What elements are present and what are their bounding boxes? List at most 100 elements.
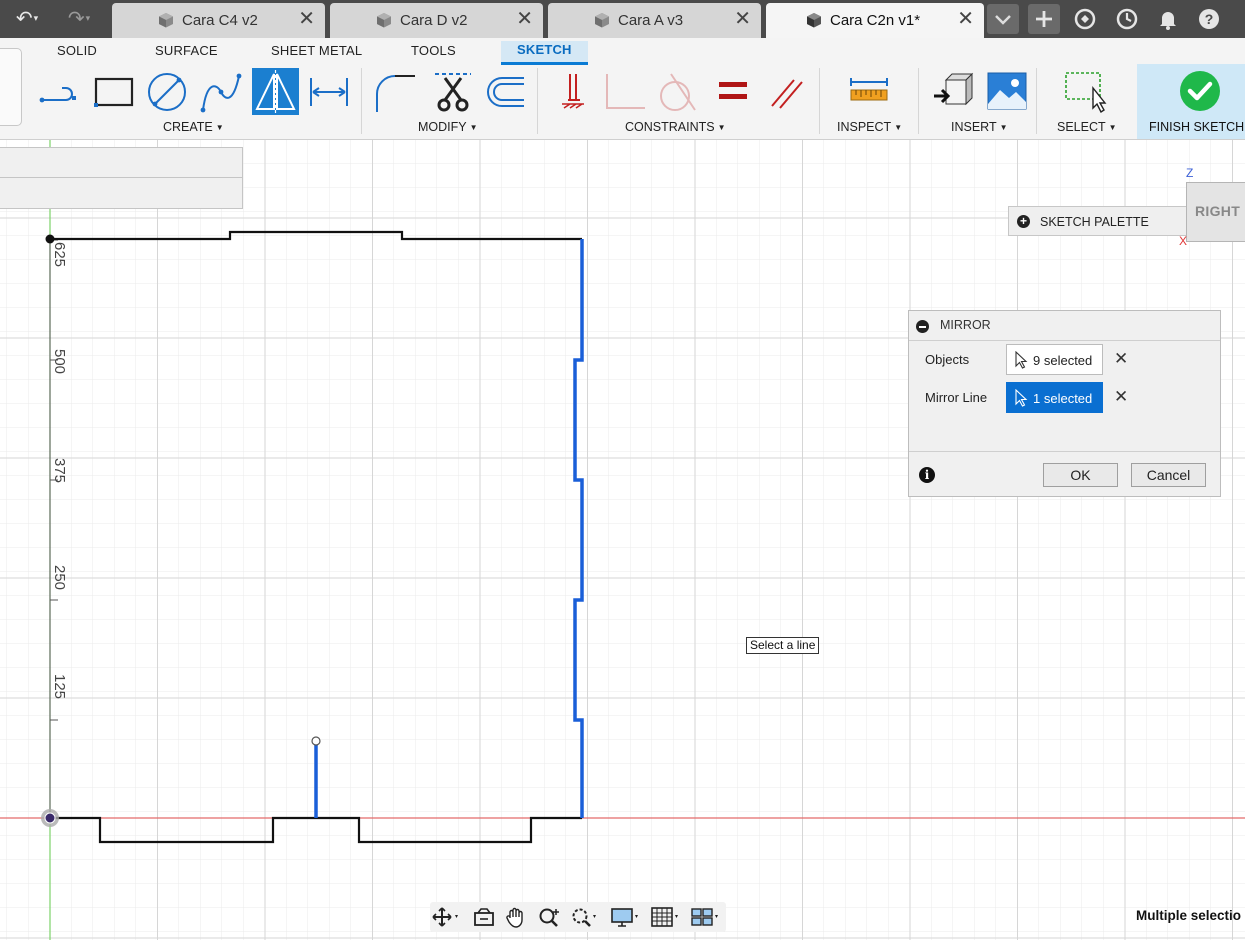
mirror-tool-icon[interactable] xyxy=(252,68,299,115)
create-menu-label: CREATE xyxy=(163,120,213,134)
document-cube-icon xyxy=(807,13,821,28)
equal-constraint-icon[interactable] xyxy=(711,70,755,114)
extensions-icon[interactable] xyxy=(1071,5,1099,33)
zoom-icon[interactable] xyxy=(535,906,565,928)
inspect-menu-label: INSPECT xyxy=(837,120,892,134)
collapse-minus-icon[interactable] xyxy=(916,320,929,333)
undo-button[interactable]: ↶▾ xyxy=(10,4,44,34)
close-icon[interactable]: ✕ xyxy=(516,8,533,30)
orbit-icon[interactable] xyxy=(430,906,460,928)
insert-menu-label: INSERT xyxy=(951,120,997,134)
new-tab-button[interactable] xyxy=(1028,4,1060,34)
view-cube-face-label: RIGHT xyxy=(1195,203,1241,219)
view-cube[interactable]: Z RIGHT X xyxy=(1179,166,1245,248)
notifications-bell-icon[interactable] xyxy=(1154,5,1182,33)
document-cube-icon xyxy=(595,13,609,28)
sketch-canvas[interactable]: 625 500 375 250 125 + SKETCH PALETTE Z R… xyxy=(0,140,1245,940)
divider xyxy=(819,68,820,134)
mirror-dialog: MIRROR Objects 9 selected ✕ Mirror Line … xyxy=(908,310,1221,497)
circle-tool-icon[interactable] xyxy=(145,70,189,114)
redo-button[interactable]: ↷▾ xyxy=(62,4,96,34)
spline-tool-icon[interactable] xyxy=(199,70,243,114)
insert-canvas-image-icon[interactable] xyxy=(985,70,1029,114)
measure-ruler-icon[interactable] xyxy=(847,70,891,114)
browser-panel[interactable] xyxy=(0,147,243,209)
clear-mirror-line-icon[interactable]: ✕ xyxy=(1114,387,1128,407)
document-tab-2[interactable]: Cara D v2 ✕ xyxy=(330,3,543,38)
title-bar: ↶▾ ↷▾ Cara C4 v2 ✕ Cara D v2 ✕ Cara A v3… xyxy=(0,0,1245,38)
modify-menu[interactable]: MODIFY ▼ xyxy=(418,120,478,134)
look-at-icon[interactable] xyxy=(470,906,500,928)
insert-menu[interactable]: INSERT ▼ xyxy=(951,120,1008,134)
tangent-constraint-icon[interactable] xyxy=(655,70,699,114)
select-menu[interactable]: SELECT ▼ xyxy=(1057,120,1117,134)
caret-down-icon: ▼ xyxy=(894,123,903,132)
rectangle-tool-icon[interactable] xyxy=(92,70,136,114)
line-tool-icon[interactable] xyxy=(38,70,82,114)
parallel-constraint-icon[interactable] xyxy=(764,70,808,114)
data-panel-toggle[interactable] xyxy=(0,48,22,126)
constraints-menu-label: CONSTRAINTS xyxy=(625,120,715,134)
sketch-palette-header[interactable]: + SKETCH PALETTE xyxy=(1008,206,1198,236)
sketch-point xyxy=(311,736,321,746)
constraints-menu[interactable]: CONSTRAINTS ▼ xyxy=(625,120,726,134)
tab-surface[interactable]: SURFACE xyxy=(155,43,218,58)
help-icon[interactable]: ? xyxy=(1195,5,1223,33)
mirror-dialog-header[interactable]: MIRROR xyxy=(909,311,1220,341)
sketch-palette-title: SKETCH PALETTE xyxy=(1040,215,1149,229)
caret-down-icon: ▼ xyxy=(717,123,726,132)
objects-label: Objects xyxy=(925,352,970,367)
close-icon[interactable]: ✕ xyxy=(298,8,315,30)
ok-button[interactable]: OK xyxy=(1043,463,1118,487)
tab-sketch[interactable]: SKETCH xyxy=(501,41,588,65)
modify-menu-label: MODIFY xyxy=(418,120,467,134)
close-icon[interactable]: ✕ xyxy=(957,8,974,30)
mirror-line-label: Mirror Line xyxy=(925,390,988,405)
z-axis-label: Z xyxy=(1186,166,1194,180)
info-icon[interactable]: i xyxy=(919,467,935,483)
tab-label: Cara A v3 xyxy=(618,12,684,29)
coincident-constraint-icon[interactable] xyxy=(550,70,594,114)
fit-zoom-window-icon[interactable] xyxy=(568,906,598,928)
clear-objects-icon[interactable]: ✕ xyxy=(1114,349,1128,369)
caret-down-icon: ▼ xyxy=(999,123,1008,132)
document-cube-icon xyxy=(159,13,173,28)
pan-hand-icon[interactable] xyxy=(502,906,532,928)
tab-tools[interactable]: TOOLS xyxy=(411,43,456,58)
document-tab-1[interactable]: Cara C4 v2 ✕ xyxy=(112,3,325,38)
window-select-icon[interactable] xyxy=(1063,70,1107,114)
fillet-tool-icon[interactable] xyxy=(373,70,417,114)
document-tab-active[interactable]: Cara C2n v1* ✕ xyxy=(766,3,984,38)
sketch-grid: 625 500 375 250 125 xyxy=(0,140,1245,940)
finish-sketch-button[interactable]: FINISH SKETCH xyxy=(1137,64,1245,139)
close-icon[interactable]: ✕ xyxy=(734,8,751,30)
mirror-line-selector[interactable]: 1 selected xyxy=(1006,382,1103,413)
chevron-down-icon xyxy=(995,15,1011,25)
display-settings-icon[interactable] xyxy=(610,906,640,928)
caret-down-icon: ▼ xyxy=(1108,123,1117,132)
dimension-label: 250 xyxy=(51,565,68,590)
offset-tool-icon[interactable] xyxy=(484,70,528,114)
expand-plus-icon[interactable]: + xyxy=(1017,215,1030,228)
tab-overflow-button[interactable] xyxy=(987,4,1019,34)
tab-sheet-metal[interactable]: SHEET METAL xyxy=(271,43,362,58)
tab-solid[interactable]: SOLID xyxy=(57,43,97,58)
cancel-button[interactable]: Cancel xyxy=(1131,463,1206,487)
job-status-clock-icon[interactable] xyxy=(1113,5,1141,33)
create-menu[interactable]: CREATE ▼ xyxy=(163,120,224,134)
inspect-menu[interactable]: INSPECT ▼ xyxy=(837,120,902,134)
tab-label: Cara C4 v2 xyxy=(182,12,258,29)
view-cube-face-right[interactable]: RIGHT xyxy=(1186,182,1245,242)
document-tab-3[interactable]: Cara A v3 ✕ xyxy=(548,3,761,38)
check-circle-icon xyxy=(1180,71,1220,111)
grid-snap-icon[interactable] xyxy=(650,906,680,928)
objects-selector[interactable]: 9 selected xyxy=(1006,344,1103,375)
perpendicular-constraint-icon[interactable] xyxy=(603,70,647,114)
sketch-dimension-icon[interactable] xyxy=(307,70,351,114)
viewports-icon[interactable] xyxy=(690,906,720,928)
x-axis-label: X xyxy=(1179,234,1188,248)
selection-status-text: Multiple selectio xyxy=(1136,908,1242,923)
insert-derive-icon[interactable] xyxy=(932,70,976,114)
trim-scissors-icon[interactable] xyxy=(431,70,475,114)
caret-down-icon: ▼ xyxy=(469,123,478,132)
